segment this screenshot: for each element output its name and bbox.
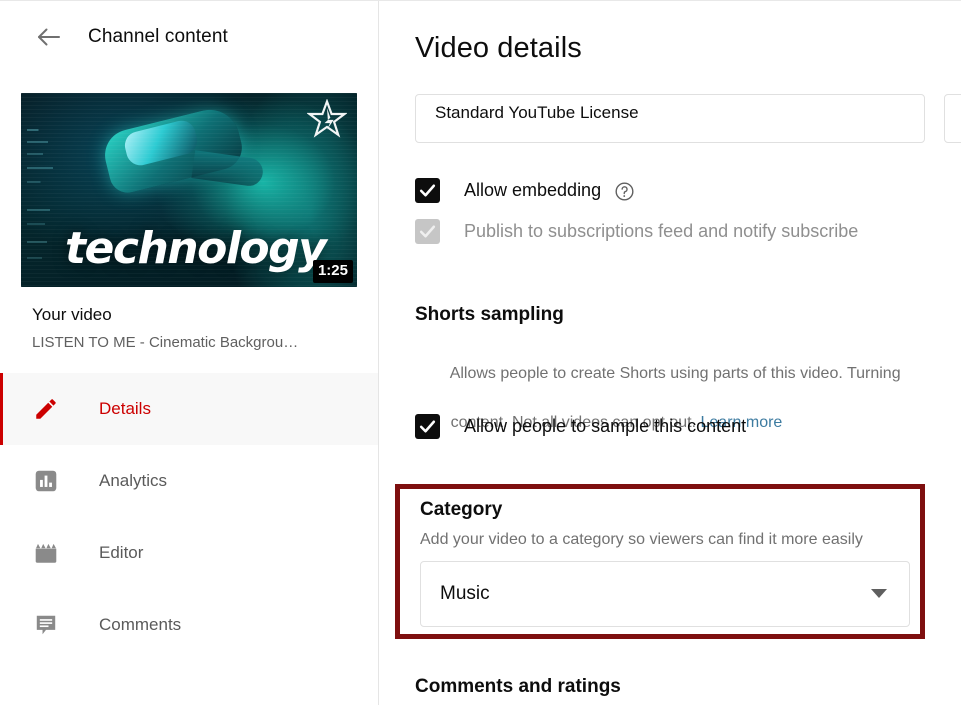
sidebar-item-label: Comments <box>99 615 182 634</box>
sidebar-nav: Details Analytics Editor Comments <box>0 373 378 661</box>
sidebar-item-label: Analytics <box>99 471 168 490</box>
sidebar-item-label: Editor <box>99 543 144 562</box>
thumbnail-title-text: technology <box>65 223 327 274</box>
shorts-sampling-description: Allows people to create Shorts using par… <box>415 338 961 460</box>
sidebar-item-editor[interactable]: Editor <box>0 517 378 589</box>
comment-icon <box>32 611 60 639</box>
allow-sampling-label: Allow people to sample this content <box>464 416 747 436</box>
publish-subscriptions-row: Publish to subscriptions feed and notify… <box>415 219 858 244</box>
video-details-page: Channel content technology 1:25 Your vid… <box>0 0 961 705</box>
main-content: Video details Standard YouTube License A… <box>379 1 961 705</box>
page-breadcrumb-title: Channel content <box>88 26 228 47</box>
allow-sampling-checkbox[interactable] <box>415 414 440 439</box>
category-title: Category <box>420 499 503 520</box>
sidebar: Channel content technology 1:25 Your vid… <box>0 1 379 705</box>
bar-chart-icon <box>32 467 60 495</box>
license-value: Standard YouTube License <box>435 103 639 122</box>
pencil-icon <box>32 395 60 423</box>
page-title: Video details <box>415 32 582 64</box>
secondary-field[interactable] <box>944 94 961 143</box>
allow-embedding-label: Allow embedding <box>464 180 602 200</box>
video-title-text: LISTEN TO ME - Cinematic Backgrou… <box>32 334 299 351</box>
shorts-sampling-title: Shorts sampling <box>415 304 564 325</box>
video-thumbnail[interactable]: technology 1:25 <box>21 93 357 287</box>
sidebar-item-analytics[interactable]: Analytics <box>0 445 378 517</box>
publish-subscriptions-label: Publish to subscriptions feed and notify… <box>464 221 859 241</box>
shorts-desc-line1: Allows people to create Shorts using par… <box>449 365 901 383</box>
sidebar-header: Channel content <box>0 1 378 73</box>
video-duration-badge: 1:25 <box>312 260 353 283</box>
chevron-down-icon <box>871 589 887 598</box>
star-icon <box>307 99 347 138</box>
allow-embedding-row[interactable]: Allow embedding <box>415 178 634 203</box>
comments-and-ratings-title: Comments and ratings <box>415 676 621 697</box>
question-mark-circle-icon[interactable] <box>614 181 634 201</box>
category-description: Add your video to a category so viewers … <box>420 531 863 548</box>
category-highlight-box: Category Add your video to a category so… <box>395 484 925 639</box>
publish-subscriptions-checkbox <box>415 219 440 244</box>
your-video-label: Your video <box>32 305 112 324</box>
sidebar-item-details[interactable]: Details <box>0 373 378 445</box>
category-selected-value: Music <box>440 583 490 604</box>
sidebar-item-label: Details <box>99 399 151 418</box>
license-select[interactable]: Standard YouTube License <box>415 94 925 143</box>
clapperboard-icon <box>32 539 60 567</box>
category-dropdown[interactable]: Music <box>420 561 910 627</box>
video-meta: Your video LISTEN TO ME - Cinematic Back… <box>0 287 378 351</box>
back-arrow-icon[interactable] <box>32 20 66 54</box>
allow-embedding-checkbox[interactable] <box>415 178 440 203</box>
allow-sampling-row[interactable]: Allow people to sample this content <box>415 414 746 439</box>
sidebar-item-comments[interactable]: Comments <box>0 589 378 661</box>
